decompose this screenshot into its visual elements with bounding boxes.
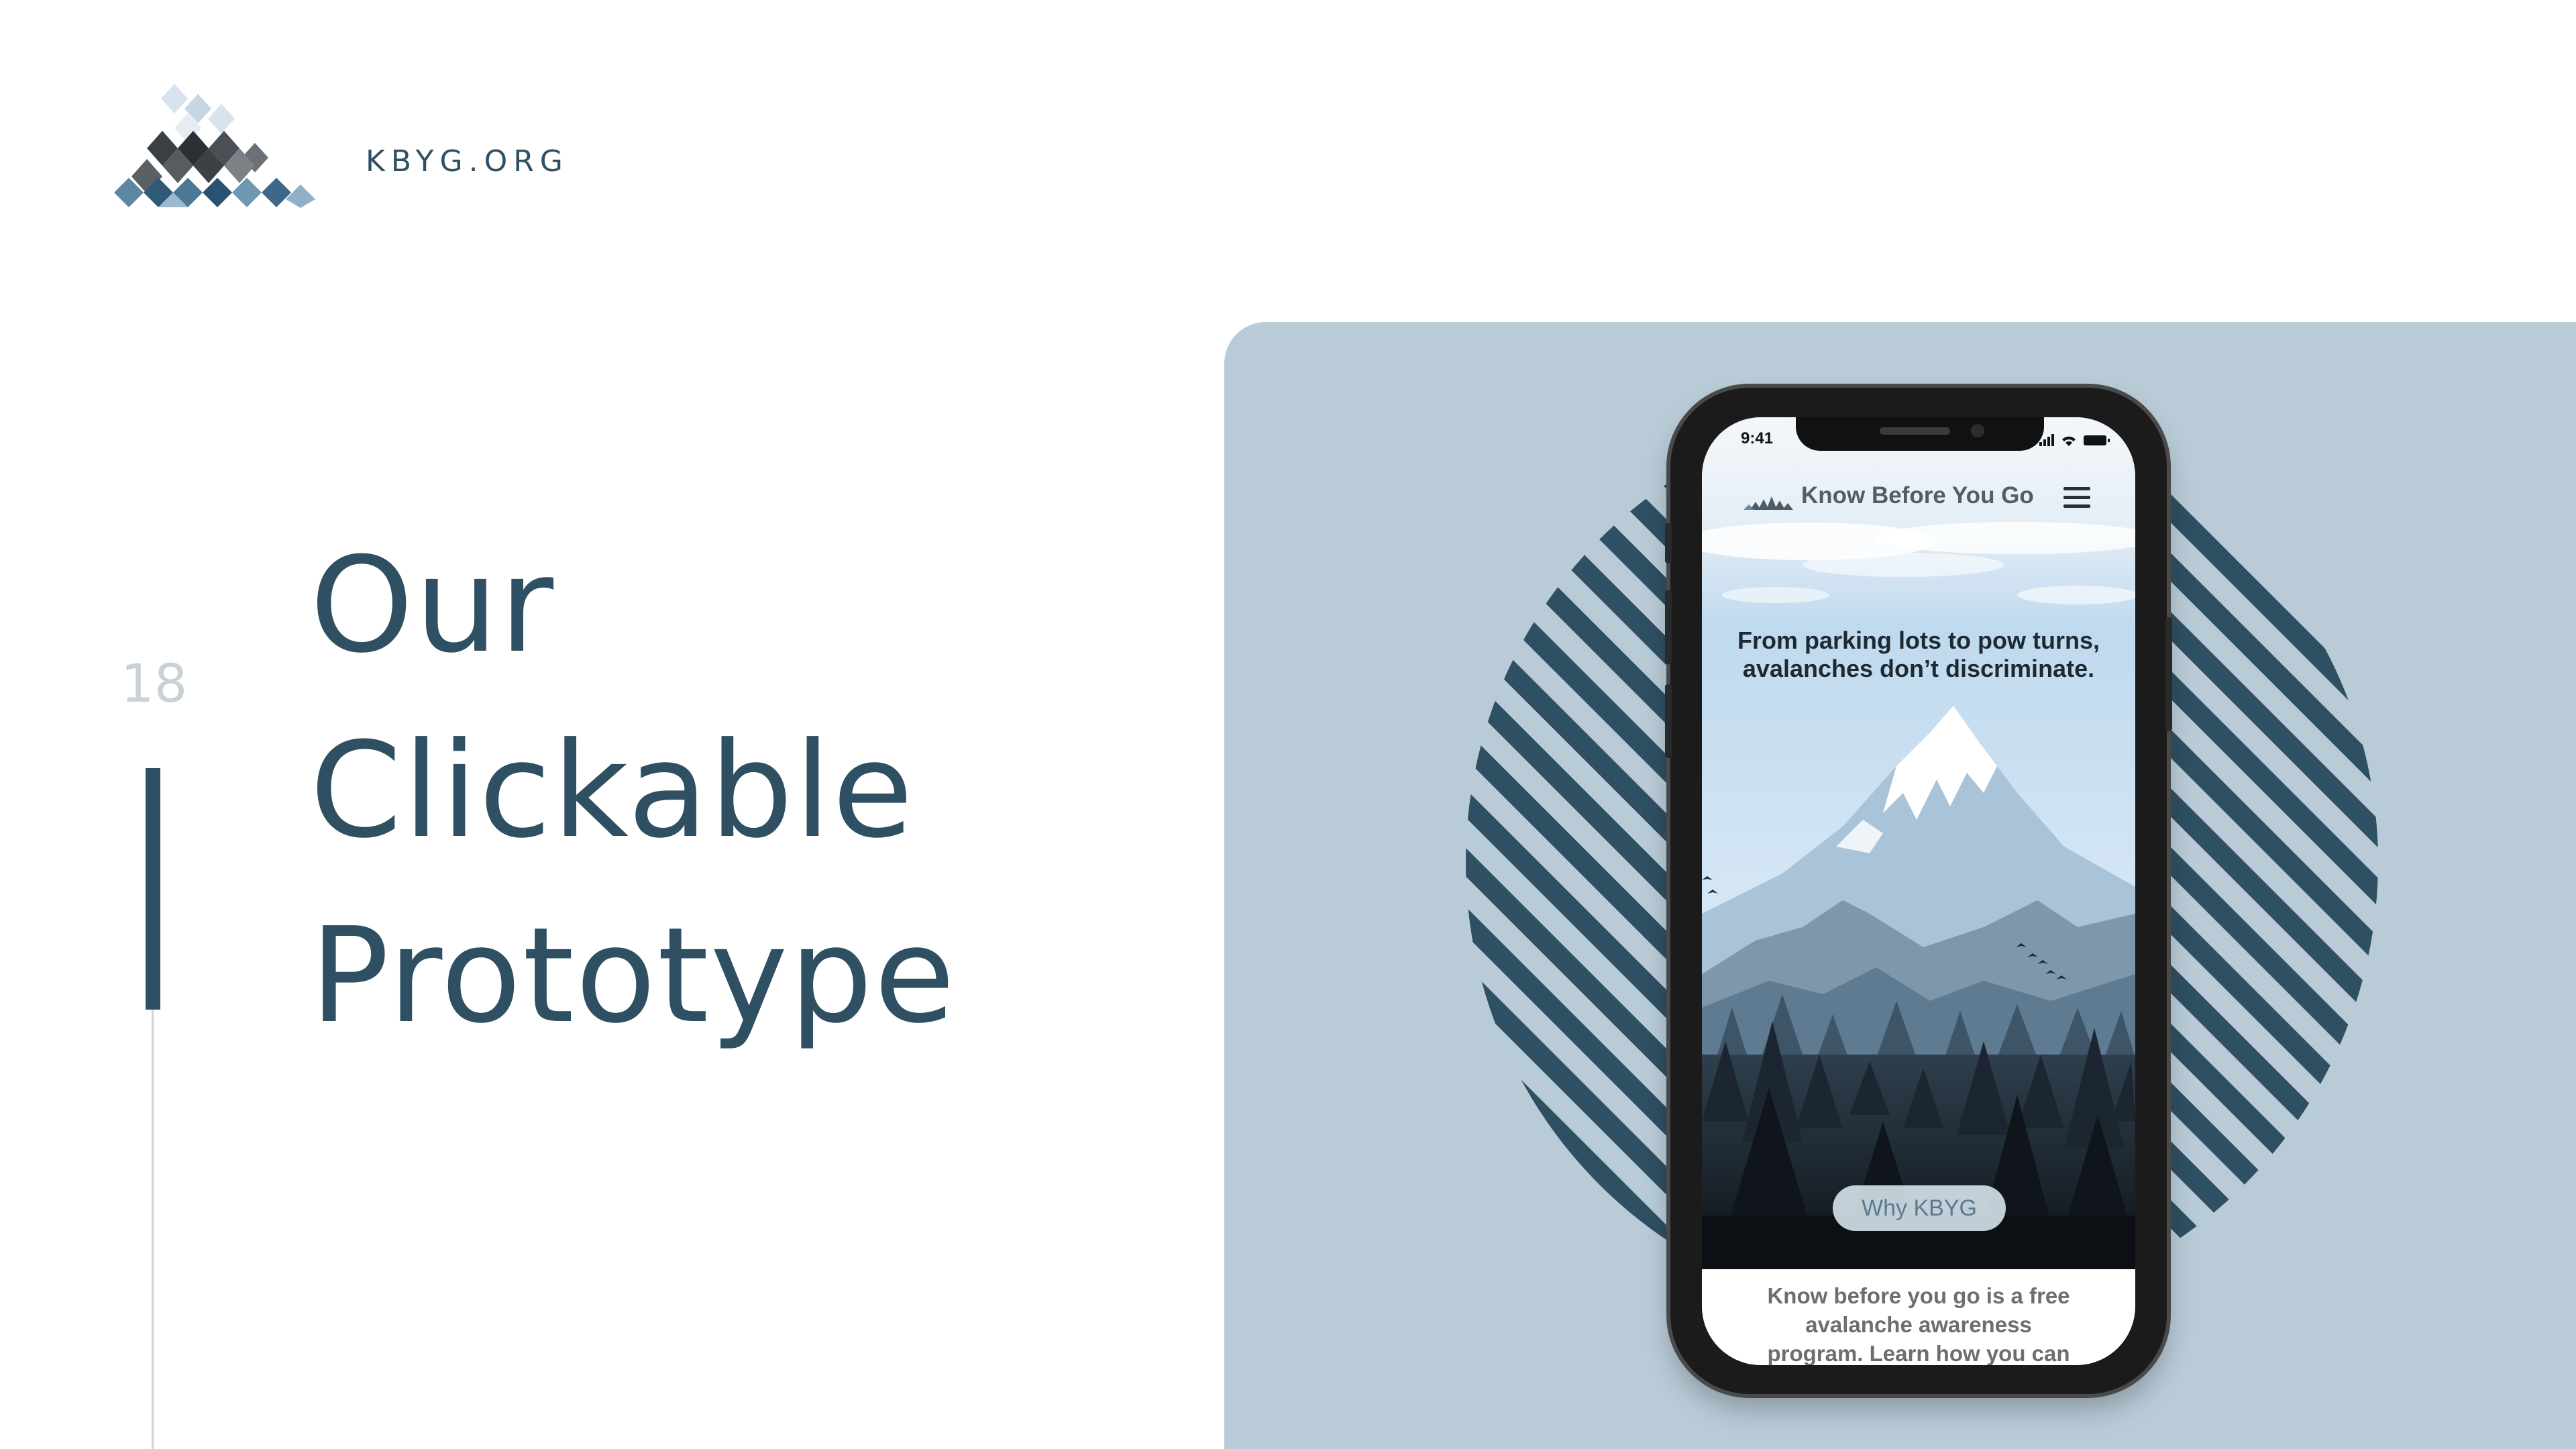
mountain-forest-illustration (1702, 417, 2135, 1269)
title-line-3: Prototype (310, 900, 957, 1053)
title-line-2: Clickable (310, 714, 915, 867)
tagline-line-2: avalanches don’t discriminate. (1742, 655, 2095, 682)
phone-camera (1971, 424, 1984, 437)
kbyg-mountain-logo (114, 84, 315, 208)
title-line-1: Our (310, 529, 555, 682)
intro-line-1: Know before you go is a free (1767, 1283, 2070, 1308)
app-name[interactable]: Know Before You Go (1801, 482, 2034, 509)
tagline-line-1: From parking lots to pow turns, (1737, 627, 2100, 654)
divider-line (152, 1010, 154, 1449)
app-logo-icon[interactable] (1743, 490, 1794, 510)
phone-screen: 9:41 Know Before You Go From parking lot… (1702, 417, 2135, 1365)
intro-text: Know before you go is a free avalanche a… (1729, 1281, 2108, 1365)
slide-number: 18 (121, 654, 188, 714)
intro-line-3: program. Learn how you can (1767, 1341, 2070, 1365)
phone-power-button (2165, 617, 2172, 731)
phone-side-button (1665, 523, 1672, 564)
status-time: 9:41 (1741, 429, 1774, 447)
app-header: Know Before You Go (1702, 464, 2135, 525)
site-label[interactable]: KBYG.ORG (366, 144, 569, 178)
accent-bar (146, 768, 160, 1010)
slide-title: Our Clickable Prototype (310, 513, 957, 1069)
phone-volume-up (1665, 590, 1672, 664)
signal-wifi-battery-icons (2039, 434, 2110, 446)
hamburger-menu-icon[interactable] (2061, 484, 2093, 511)
why-kbyg-button[interactable]: Why KBYG (1833, 1185, 2006, 1231)
phone-speaker (1880, 427, 1950, 435)
phone-volume-down (1665, 684, 1672, 758)
intro-line-2: avalanche awareness (1805, 1312, 2032, 1337)
hero-tagline: From parking lots to pow turns, avalanch… (1715, 627, 2122, 683)
